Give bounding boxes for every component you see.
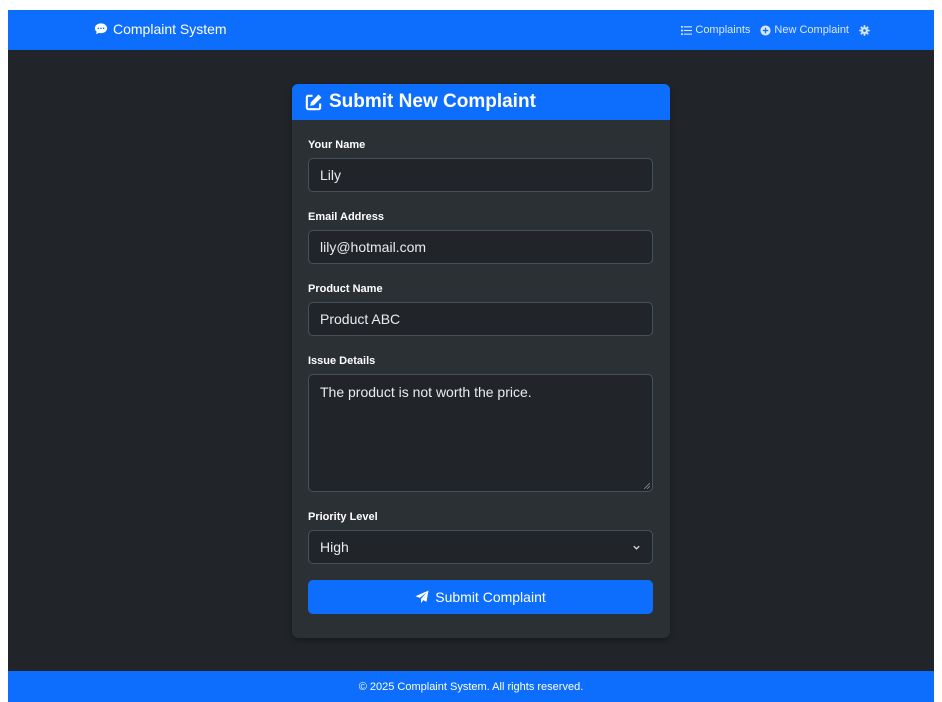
footer-text: © 2025 Complaint System. All rights rese… (358, 680, 584, 693)
email-label: Email Address (308, 211, 385, 223)
page-footer: © 2025 Complaint System. All rights rese… (8, 671, 934, 702)
priority-label: Priority Level (308, 511, 378, 523)
nav-complaints-label: Complaints (695, 24, 751, 36)
send-icon (415, 590, 429, 604)
issue-textarea[interactable]: The product is not worth the price. (308, 374, 653, 492)
app-window: Complaint System Complaints New Complain… (8, 10, 934, 702)
settings-button[interactable] (859, 24, 870, 36)
product-label: Product Name (308, 283, 383, 295)
priority-select[interactable]: High (308, 530, 653, 564)
gear-icon (859, 24, 870, 36)
resize-grip-icon[interactable] (643, 482, 650, 489)
issue-text: The product is not worth the price. (320, 384, 532, 400)
form-title: Submit New Complaint (329, 91, 536, 112)
chevron-down-icon (633, 545, 640, 550)
plus-circle-icon (760, 24, 771, 36)
list-icon (681, 25, 693, 35)
top-navbar: Complaint System Complaints New Complain… (8, 10, 934, 50)
priority-value: High (320, 539, 349, 555)
nav-new-complaint-link[interactable]: New Complaint (760, 24, 849, 36)
edit-icon (305, 94, 322, 110)
nav-new-complaint-label: New Complaint (774, 24, 849, 36)
issue-label: Issue Details (308, 355, 376, 367)
brand-link[interactable]: Complaint System (94, 21, 227, 37)
submit-label: Submit Complaint (435, 589, 546, 605)
email-input[interactable]: lily@hotmail.com (308, 230, 653, 264)
name-input[interactable]: Lily (308, 158, 653, 192)
nav-complaints-link[interactable]: Complaints (681, 24, 750, 36)
name-label: Your Name (308, 139, 366, 151)
complaint-form-card: Submit New Complaint Your Name Lily Emai… (292, 84, 670, 638)
brand-label: Complaint System (113, 21, 227, 37)
nav-links: Complaints New Complaint (681, 24, 870, 36)
chat-bubble-icon (94, 23, 108, 35)
product-input[interactable]: Product ABC (308, 302, 653, 336)
form-header: Submit New Complaint (292, 84, 670, 120)
submit-complaint-button[interactable]: Submit Complaint (308, 580, 653, 614)
